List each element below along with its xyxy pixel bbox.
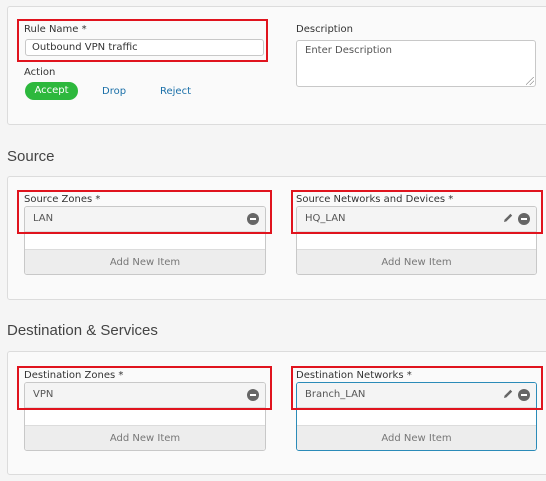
highlight-box-destination-networks <box>291 366 543 410</box>
textarea-resize-handle[interactable] <box>526 77 534 85</box>
add-new-item-button[interactable]: Add New Item <box>297 249 536 274</box>
highlight-box-rule-name <box>17 19 268 62</box>
add-new-item-button[interactable]: Add New Item <box>297 425 536 450</box>
source-section-title: Source <box>7 148 55 165</box>
drop-button[interactable]: Drop <box>102 86 126 97</box>
action-label: Action <box>24 67 56 78</box>
add-new-item-button[interactable]: Add New Item <box>25 425 265 450</box>
add-new-item-button[interactable]: Add New Item <box>25 249 265 274</box>
destination-section-title: Destination & Services <box>7 322 158 339</box>
description-textarea[interactable]: Enter Description <box>296 40 536 87</box>
description-label: Description <box>296 24 353 35</box>
highlight-box-destination-zones <box>17 366 272 410</box>
highlight-box-source-networks <box>291 190 543 234</box>
highlight-box-source-zones <box>17 190 272 234</box>
accept-button[interactable]: Accept <box>25 82 78 100</box>
reject-button[interactable]: Reject <box>160 86 191 97</box>
